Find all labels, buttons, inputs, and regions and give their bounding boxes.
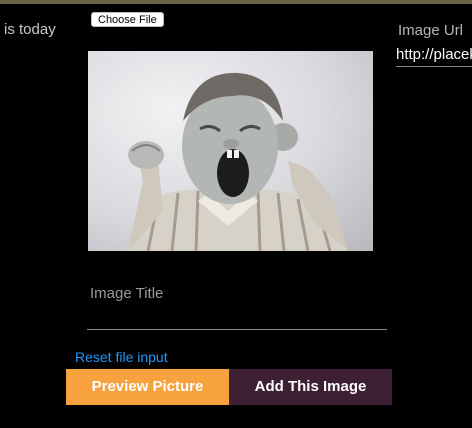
image-url-label: Image Url [398, 22, 464, 39]
choose-file-button[interactable]: Choose File [91, 12, 164, 27]
left-panel-text: is today [4, 21, 56, 38]
preview-image-graphic [128, 72, 348, 251]
add-image-button[interactable]: Add This Image [229, 369, 392, 405]
reset-file-input-link[interactable]: Reset file input [75, 349, 168, 365]
image-title-input[interactable] [87, 306, 387, 330]
image-title-label: Image Title [90, 285, 164, 302]
top-accent-rule [0, 0, 472, 4]
preview-picture-button[interactable]: Preview Picture [66, 369, 229, 405]
preview-image [88, 51, 373, 251]
image-url-input[interactable] [396, 43, 472, 67]
